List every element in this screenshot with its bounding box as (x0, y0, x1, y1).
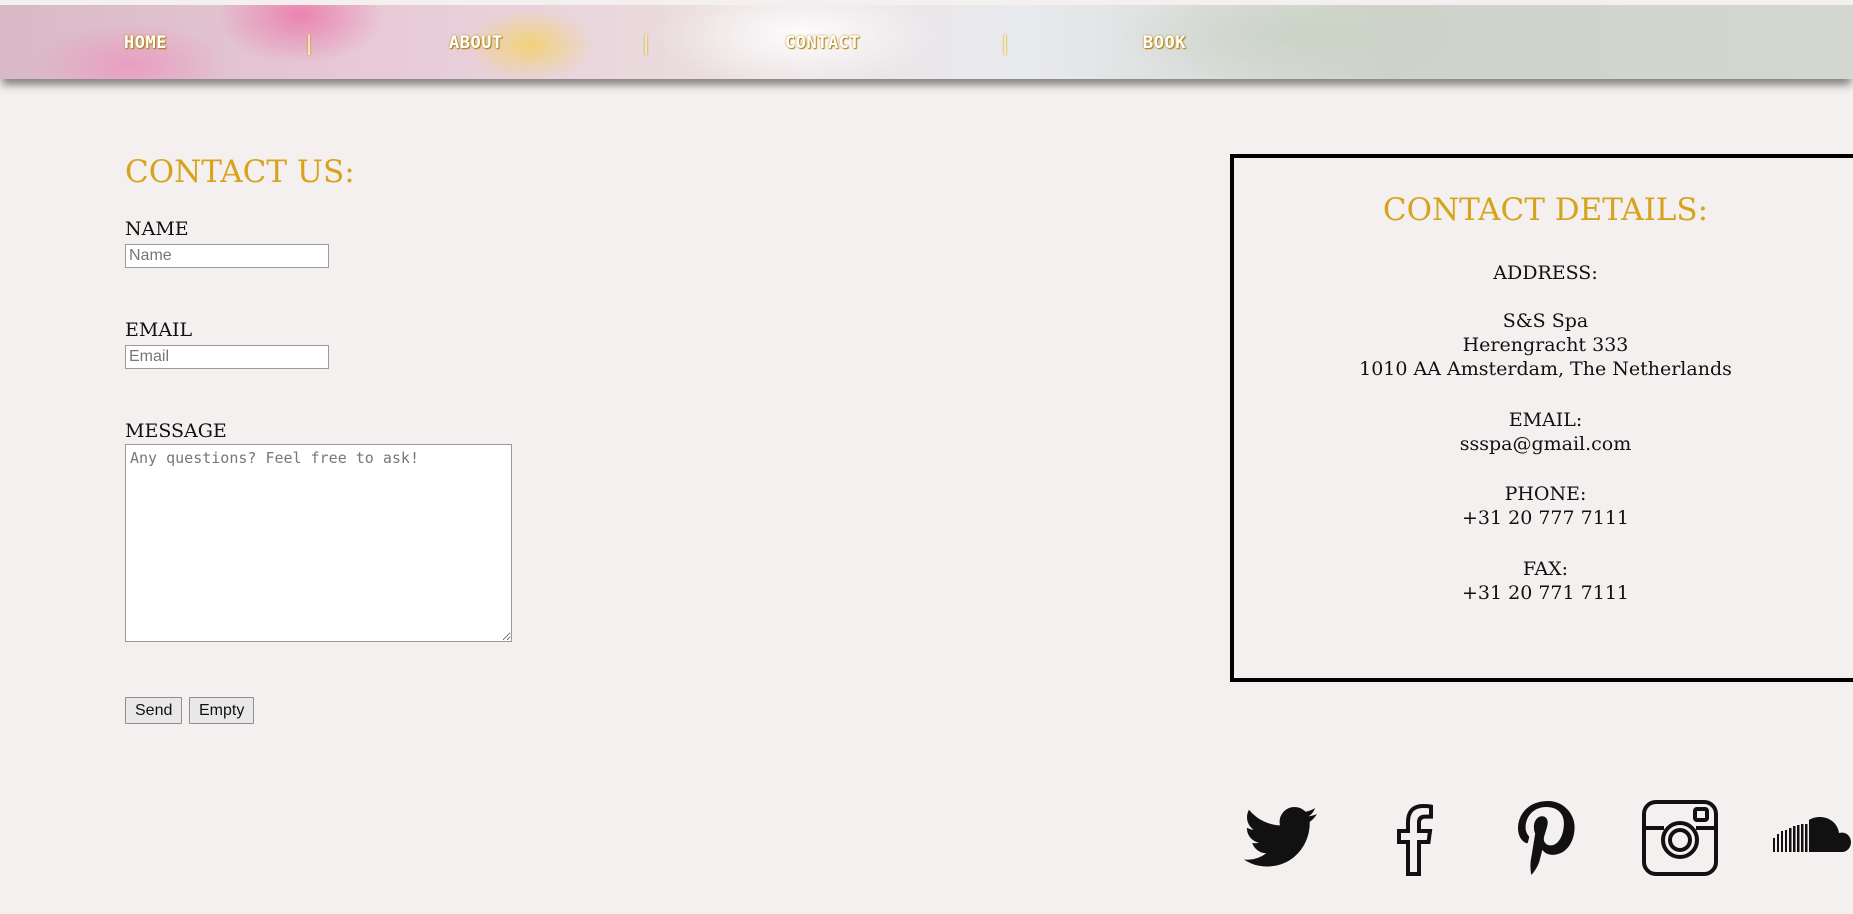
nav-separator: | (999, 31, 1012, 55)
email-details-label: EMAIL: (1508, 409, 1583, 431)
email-value: ssspa@gmail.com (1459, 433, 1632, 455)
contact-details-heading: CONTACT DETAILS: (1382, 192, 1709, 228)
fax-label: FAX: (1522, 558, 1569, 580)
contact-details-box: CONTACT DETAILS: ADDRESS: S&S Spa Hereng… (1230, 154, 1853, 682)
send-button[interactable]: Send (125, 697, 183, 724)
email-input[interactable] (125, 345, 329, 369)
twitter-icon[interactable] (1241, 798, 1321, 878)
nav-separator: | (640, 31, 653, 55)
nav-contact[interactable]: CONTACT (785, 33, 860, 53)
pinterest-icon[interactable] (1507, 798, 1587, 878)
address-label: ADDRESS: (1493, 262, 1598, 284)
address-line: S&S Spa (1502, 310, 1589, 332)
top-navigation: HOME | ABOUT | CONTACT | BOOK (0, 5, 1853, 79)
fax-value: +31 20 771 7111 (1461, 582, 1629, 604)
address-line: 1010 AA Amsterdam, The Netherlands (1359, 358, 1732, 380)
empty-button[interactable]: Empty (189, 697, 255, 724)
name-label: NAME (125, 218, 189, 240)
message-label: MESSAGE (125, 420, 227, 442)
address-line: Herengracht 333 (1462, 334, 1629, 356)
phone-label: PHONE: (1504, 483, 1587, 505)
nav-home[interactable]: HOME (124, 33, 167, 53)
soundcloud-icon[interactable] (1771, 798, 1851, 878)
contact-us-heading: CONTACT US: (125, 154, 355, 190)
instagram-icon[interactable] (1640, 798, 1720, 878)
facebook-icon[interactable] (1374, 798, 1454, 878)
nav-about[interactable]: ABOUT (449, 33, 503, 53)
email-label: EMAIL (125, 319, 193, 341)
nav-separator: | (303, 31, 316, 55)
phone-value: +31 20 777 7111 (1461, 507, 1629, 529)
message-textarea[interactable] (125, 444, 512, 642)
name-input[interactable] (125, 244, 329, 268)
nav-book[interactable]: BOOK (1143, 33, 1186, 53)
